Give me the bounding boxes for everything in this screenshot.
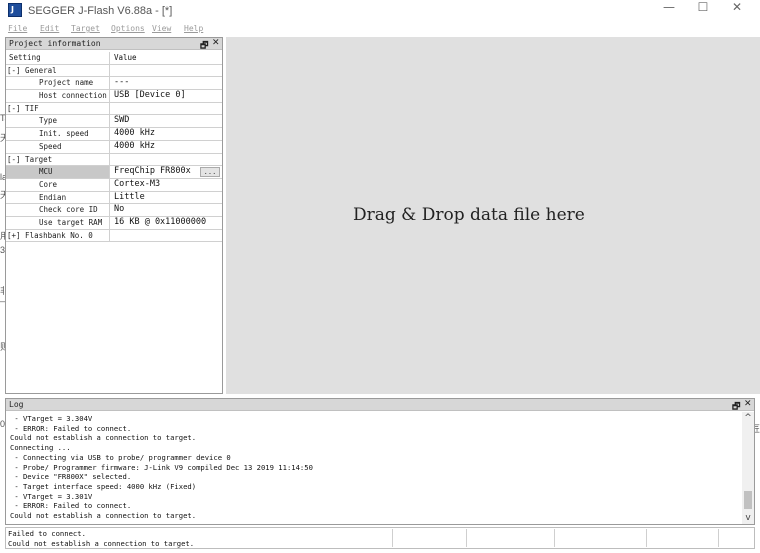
log-line: Could not establish a connection to targ… bbox=[10, 511, 197, 521]
log-line: - ERROR: Failed to connect. bbox=[10, 423, 132, 433]
menu-target[interactable]: Target bbox=[71, 24, 100, 33]
status-line-2: Could not establish a connection to targ… bbox=[8, 538, 195, 548]
log-line: - Connecting via USB to probe/ programme… bbox=[10, 452, 231, 462]
settings-row[interactable]: Endian Little bbox=[6, 191, 222, 205]
log-panel-title: Log bbox=[9, 400, 24, 409]
setting-name: Core bbox=[6, 178, 110, 191]
scroll-down-icon[interactable]: v bbox=[742, 512, 754, 524]
setting-value[interactable]: --- bbox=[111, 77, 222, 89]
window-title: SEGGER J-Flash V6.88a - [*] bbox=[28, 5, 173, 17]
setting-value[interactable]: No bbox=[111, 204, 222, 216]
settings-row[interactable]: Type SWD bbox=[6, 115, 222, 129]
settings-row[interactable]: Host connection USB [Device 0] bbox=[6, 90, 222, 103]
menu-edit[interactable]: Edit bbox=[40, 24, 59, 33]
close-panel-icon[interactable]: ✕ bbox=[744, 399, 752, 409]
setting-value[interactable]: Little bbox=[111, 192, 222, 204]
panel-header: Project information 🗗 ✕ bbox=[6, 38, 222, 51]
column-header-value: Value bbox=[114, 53, 137, 62]
settings-row[interactable]: Project name --- bbox=[6, 77, 222, 91]
setting-name: Check core ID bbox=[6, 204, 110, 216]
setting-value bbox=[111, 154, 222, 166]
setting-value bbox=[111, 230, 222, 242]
log-line: - Device "FR800X" selected. bbox=[10, 472, 132, 482]
log-line: Connecting ... bbox=[10, 443, 71, 453]
setting-name: Host connection bbox=[6, 90, 110, 102]
setting-name: Use target RAM bbox=[6, 216, 110, 229]
status-line-1: Failed to connect. bbox=[8, 529, 86, 538]
setting-value bbox=[111, 65, 222, 77]
drop-hint-text: Drag & Drop data file here bbox=[353, 205, 585, 225]
close-button[interactable]: ✕ bbox=[720, 0, 754, 22]
file-drop-area[interactable]: Drag & Drop data file here bbox=[226, 37, 760, 394]
setting-name: MCU bbox=[6, 166, 110, 178]
setting-value[interactable]: USB [Device 0] bbox=[111, 90, 222, 102]
close-panel-icon[interactable]: ✕ bbox=[212, 38, 220, 48]
settings-row[interactable]: MCU FreqChip FR800x... bbox=[6, 166, 222, 179]
settings-row[interactable]: [+] Flashbank No. 0 bbox=[6, 229, 222, 243]
panel-title: Project information bbox=[9, 39, 101, 48]
settings-grid: Setting Value [-] General Project name ---… bbox=[6, 52, 222, 243]
log-line: - VTarget = 3.301V bbox=[10, 491, 93, 501]
title-bar: J SEGGER J-Flash V6.88a - [*] — ☐ ✕ bbox=[0, 0, 760, 22]
log-panel: Log 🗗 ✕ - VTarget = 3.304V - ERROR: Fail… bbox=[5, 398, 755, 525]
setting-name: [-] TIF bbox=[6, 102, 110, 115]
menu-help[interactable]: Help bbox=[184, 24, 203, 33]
scroll-up-icon[interactable]: ^ bbox=[742, 412, 754, 424]
settings-row[interactable]: Core Cortex-M3 bbox=[6, 178, 222, 192]
setting-name: Endian bbox=[6, 191, 110, 204]
setting-name: Type bbox=[6, 115, 110, 128]
setting-name: Speed bbox=[6, 140, 110, 153]
menu-options[interactable]: Options bbox=[111, 24, 145, 33]
scrollbar-thumb[interactable] bbox=[744, 491, 752, 509]
menu-bar: File Edit Target Options View Help bbox=[0, 22, 760, 36]
setting-value bbox=[111, 103, 222, 115]
setting-name: [+] Flashbank No. 0 bbox=[6, 229, 110, 242]
status-message: Failed to connect. Could not establish a… bbox=[8, 529, 194, 548]
menu-view[interactable]: View bbox=[152, 24, 171, 33]
setting-value[interactable]: SWD bbox=[111, 115, 222, 127]
setting-value[interactable]: 4000 kHz bbox=[111, 128, 222, 140]
log-panel-header: Log 🗗 ✕ bbox=[6, 399, 754, 412]
segger-logo-icon: J bbox=[8, 3, 22, 17]
log-line: - Target interface speed: 4000 kHz (Fixe… bbox=[10, 481, 197, 491]
settings-row[interactable]: [-] Target bbox=[6, 153, 222, 167]
log-line: - Probe/ Programmer firmware: J-Link V9 … bbox=[10, 462, 313, 472]
column-header-setting: Setting bbox=[6, 52, 110, 64]
browse-button[interactable]: ... bbox=[200, 167, 220, 178]
minimize-button[interactable]: — bbox=[652, 0, 686, 22]
setting-value[interactable]: 16 KB @ 0x11000000 bbox=[111, 217, 222, 229]
status-separator bbox=[466, 529, 467, 547]
settings-row[interactable]: Use target RAM 16 KB @ 0x11000000 bbox=[6, 216, 222, 230]
setting-value[interactable]: Cortex-M3 bbox=[111, 179, 222, 191]
log-scrollbar[interactable]: ^ v bbox=[742, 412, 754, 524]
log-output: - VTarget = 3.304V - ERROR: Failed to co… bbox=[10, 414, 735, 521]
setting-value[interactable]: 4000 kHz bbox=[111, 141, 222, 153]
setting-name: [-] Target bbox=[6, 153, 110, 166]
settings-row[interactable]: Speed 4000 kHz bbox=[6, 140, 222, 154]
restore-window-icon[interactable]: 🗗 bbox=[732, 399, 740, 415]
status-separator bbox=[392, 529, 393, 547]
log-line: - VTarget = 3.304V bbox=[10, 414, 93, 423]
status-separator bbox=[554, 529, 555, 547]
settings-row[interactable]: Check core ID No bbox=[6, 204, 222, 217]
setting-name: [-] General bbox=[6, 64, 110, 77]
status-separator bbox=[718, 529, 719, 547]
log-line: - ERROR: Failed to connect. bbox=[10, 501, 132, 511]
settings-row[interactable]: [-] TIF bbox=[6, 102, 222, 116]
project-information-panel: Project information 🗗 ✕ Setting Value [-… bbox=[5, 37, 223, 394]
status-separator bbox=[646, 529, 647, 547]
menu-file[interactable]: File bbox=[8, 24, 27, 33]
setting-name: Init. speed bbox=[6, 128, 110, 140]
settings-row[interactable]: [-] General bbox=[6, 64, 222, 78]
maximize-button[interactable]: ☐ bbox=[686, 0, 720, 22]
settings-row[interactable]: Init. speed 4000 kHz bbox=[6, 128, 222, 141]
status-bar: Failed to connect. Could not establish a… bbox=[5, 527, 755, 549]
setting-name: Project name bbox=[6, 77, 110, 90]
grid-header-row: Setting Value bbox=[6, 52, 222, 65]
log-line: Could not establish a connection to targ… bbox=[10, 433, 197, 443]
